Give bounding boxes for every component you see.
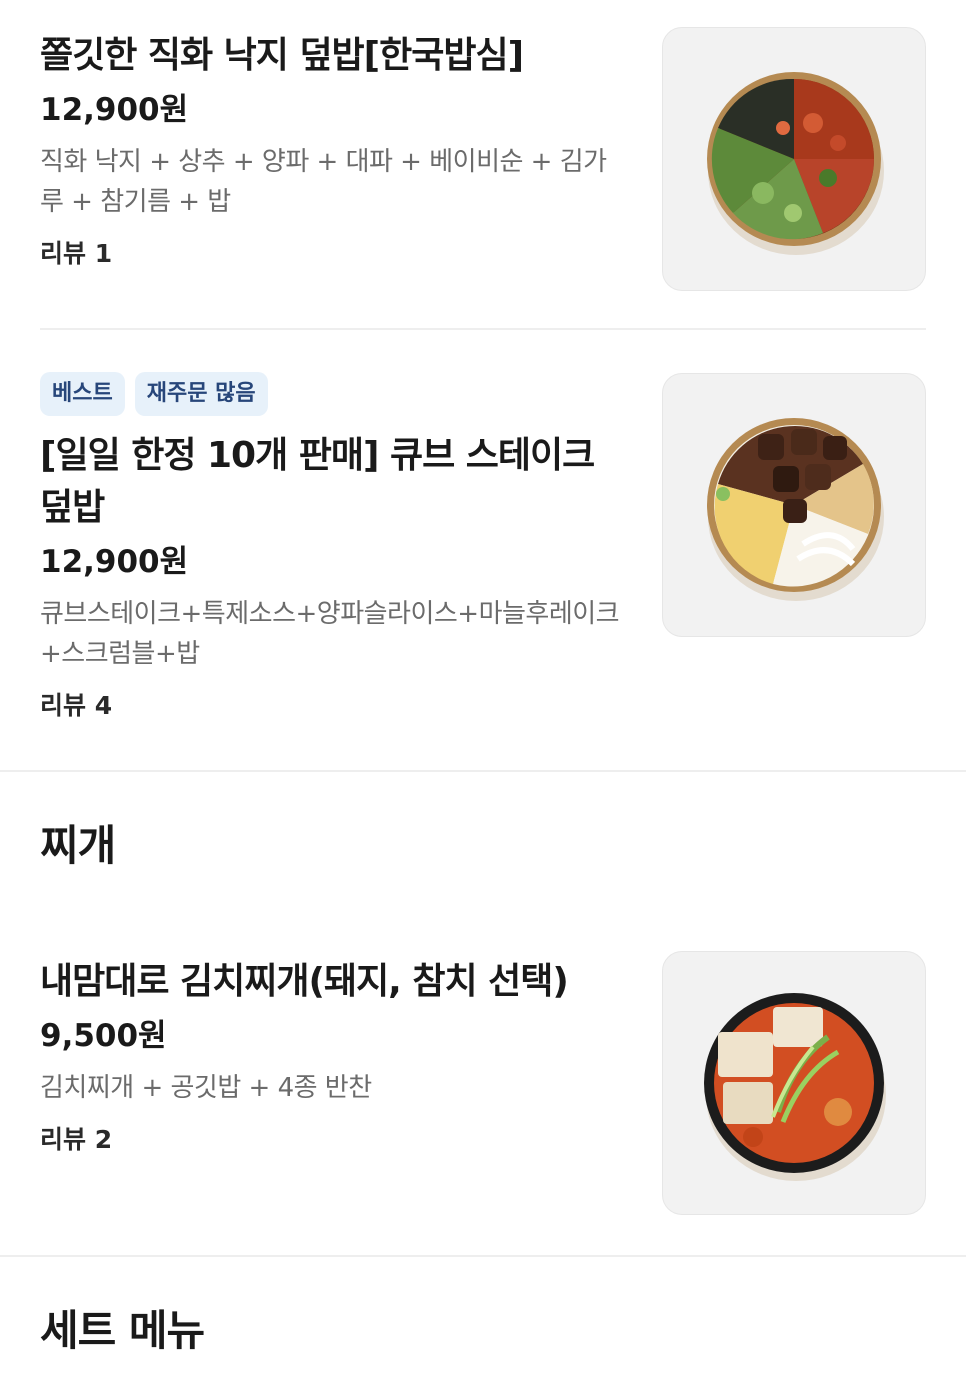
menu-item-image[interactable] <box>662 373 926 637</box>
badge-frequent-reorder: 재주문 많음 <box>134 372 268 416</box>
menu-item-info: 내맘대로 김치찌개(돼지, 참치 선택) 9,500원 김치찌개 + 공깃밥 +… <box>40 956 620 1158</box>
menu-item-review-count[interactable]: 리뷰 1 <box>40 236 620 272</box>
kimchi-stew-photo <box>704 993 886 1181</box>
menu-item-description: 큐브스테이크+특제소스+양파슬라이스+마늘후레이크+스크럼블+밥 <box>40 599 620 669</box>
menu-item-info: 쫄깃한 직화 낙지 덮밥[한국밥심] 12,900원 직화 낙지 + 상추 + … <box>40 30 620 272</box>
menu-item-kimchi-stew[interactable]: 내맘대로 김치찌개(돼지, 참치 선택) 9,500원 김치찌개 + 공깃밥 +… <box>0 930 966 1255</box>
menu-item-name: 쫄깃한 직화 낙지 덮밥[한국밥심] <box>40 35 524 76</box>
badge-best: 베스트 <box>40 372 125 416</box>
menu-item-info: 베스트 재주문 많음 [일일 한정 10개 판매] 큐브 스테이크 덮밥 12,… <box>40 372 620 724</box>
menu-item-image[interactable] <box>662 27 926 291</box>
menu-item-name: [일일 한정 10개 판매] 큐브 스테이크 덮밥 <box>40 435 595 528</box>
octopus-rice-bowl-photo <box>707 72 884 255</box>
section-divider <box>0 770 966 772</box>
menu-item-price: 9,500원 <box>40 1018 167 1054</box>
menu-item-description: 직화 낙지 + 상추 + 양파 + 대파 + 베이비순 + 김가루 + 참기름 … <box>40 147 607 217</box>
section-title-stew: 찌개 <box>40 821 116 870</box>
menu-item-badges: 베스트 재주문 많음 <box>40 372 620 416</box>
menu-item-price: 12,900원 <box>40 544 189 580</box>
menu-item-image[interactable] <box>662 951 926 1215</box>
section-divider <box>0 1255 966 1257</box>
cube-steak-rice-bowl-photo <box>707 418 884 601</box>
menu-item-name: 내맘대로 김치찌개(돼지, 참치 선택) <box>40 961 569 1002</box>
menu-item-description: 김치찌개 + 공깃밥 + 4종 반찬 <box>40 1073 372 1103</box>
menu-item-price: 12,900원 <box>40 92 189 128</box>
menu-item-cube-steak-bowl[interactable]: 베스트 재주문 많음 [일일 한정 10개 판매] 큐브 스테이크 덮밥 12,… <box>0 330 966 770</box>
section-title-set-menu: 세트 메뉴 <box>40 1306 205 1355</box>
menu-item-review-count[interactable]: 리뷰 2 <box>40 1122 620 1158</box>
menu-item-review-count[interactable]: 리뷰 4 <box>40 688 620 724</box>
menu-item-octopus-bowl[interactable]: 쫄깃한 직화 낙지 덮밥[한국밥심] 12,900원 직화 낙지 + 상추 + … <box>0 0 966 330</box>
